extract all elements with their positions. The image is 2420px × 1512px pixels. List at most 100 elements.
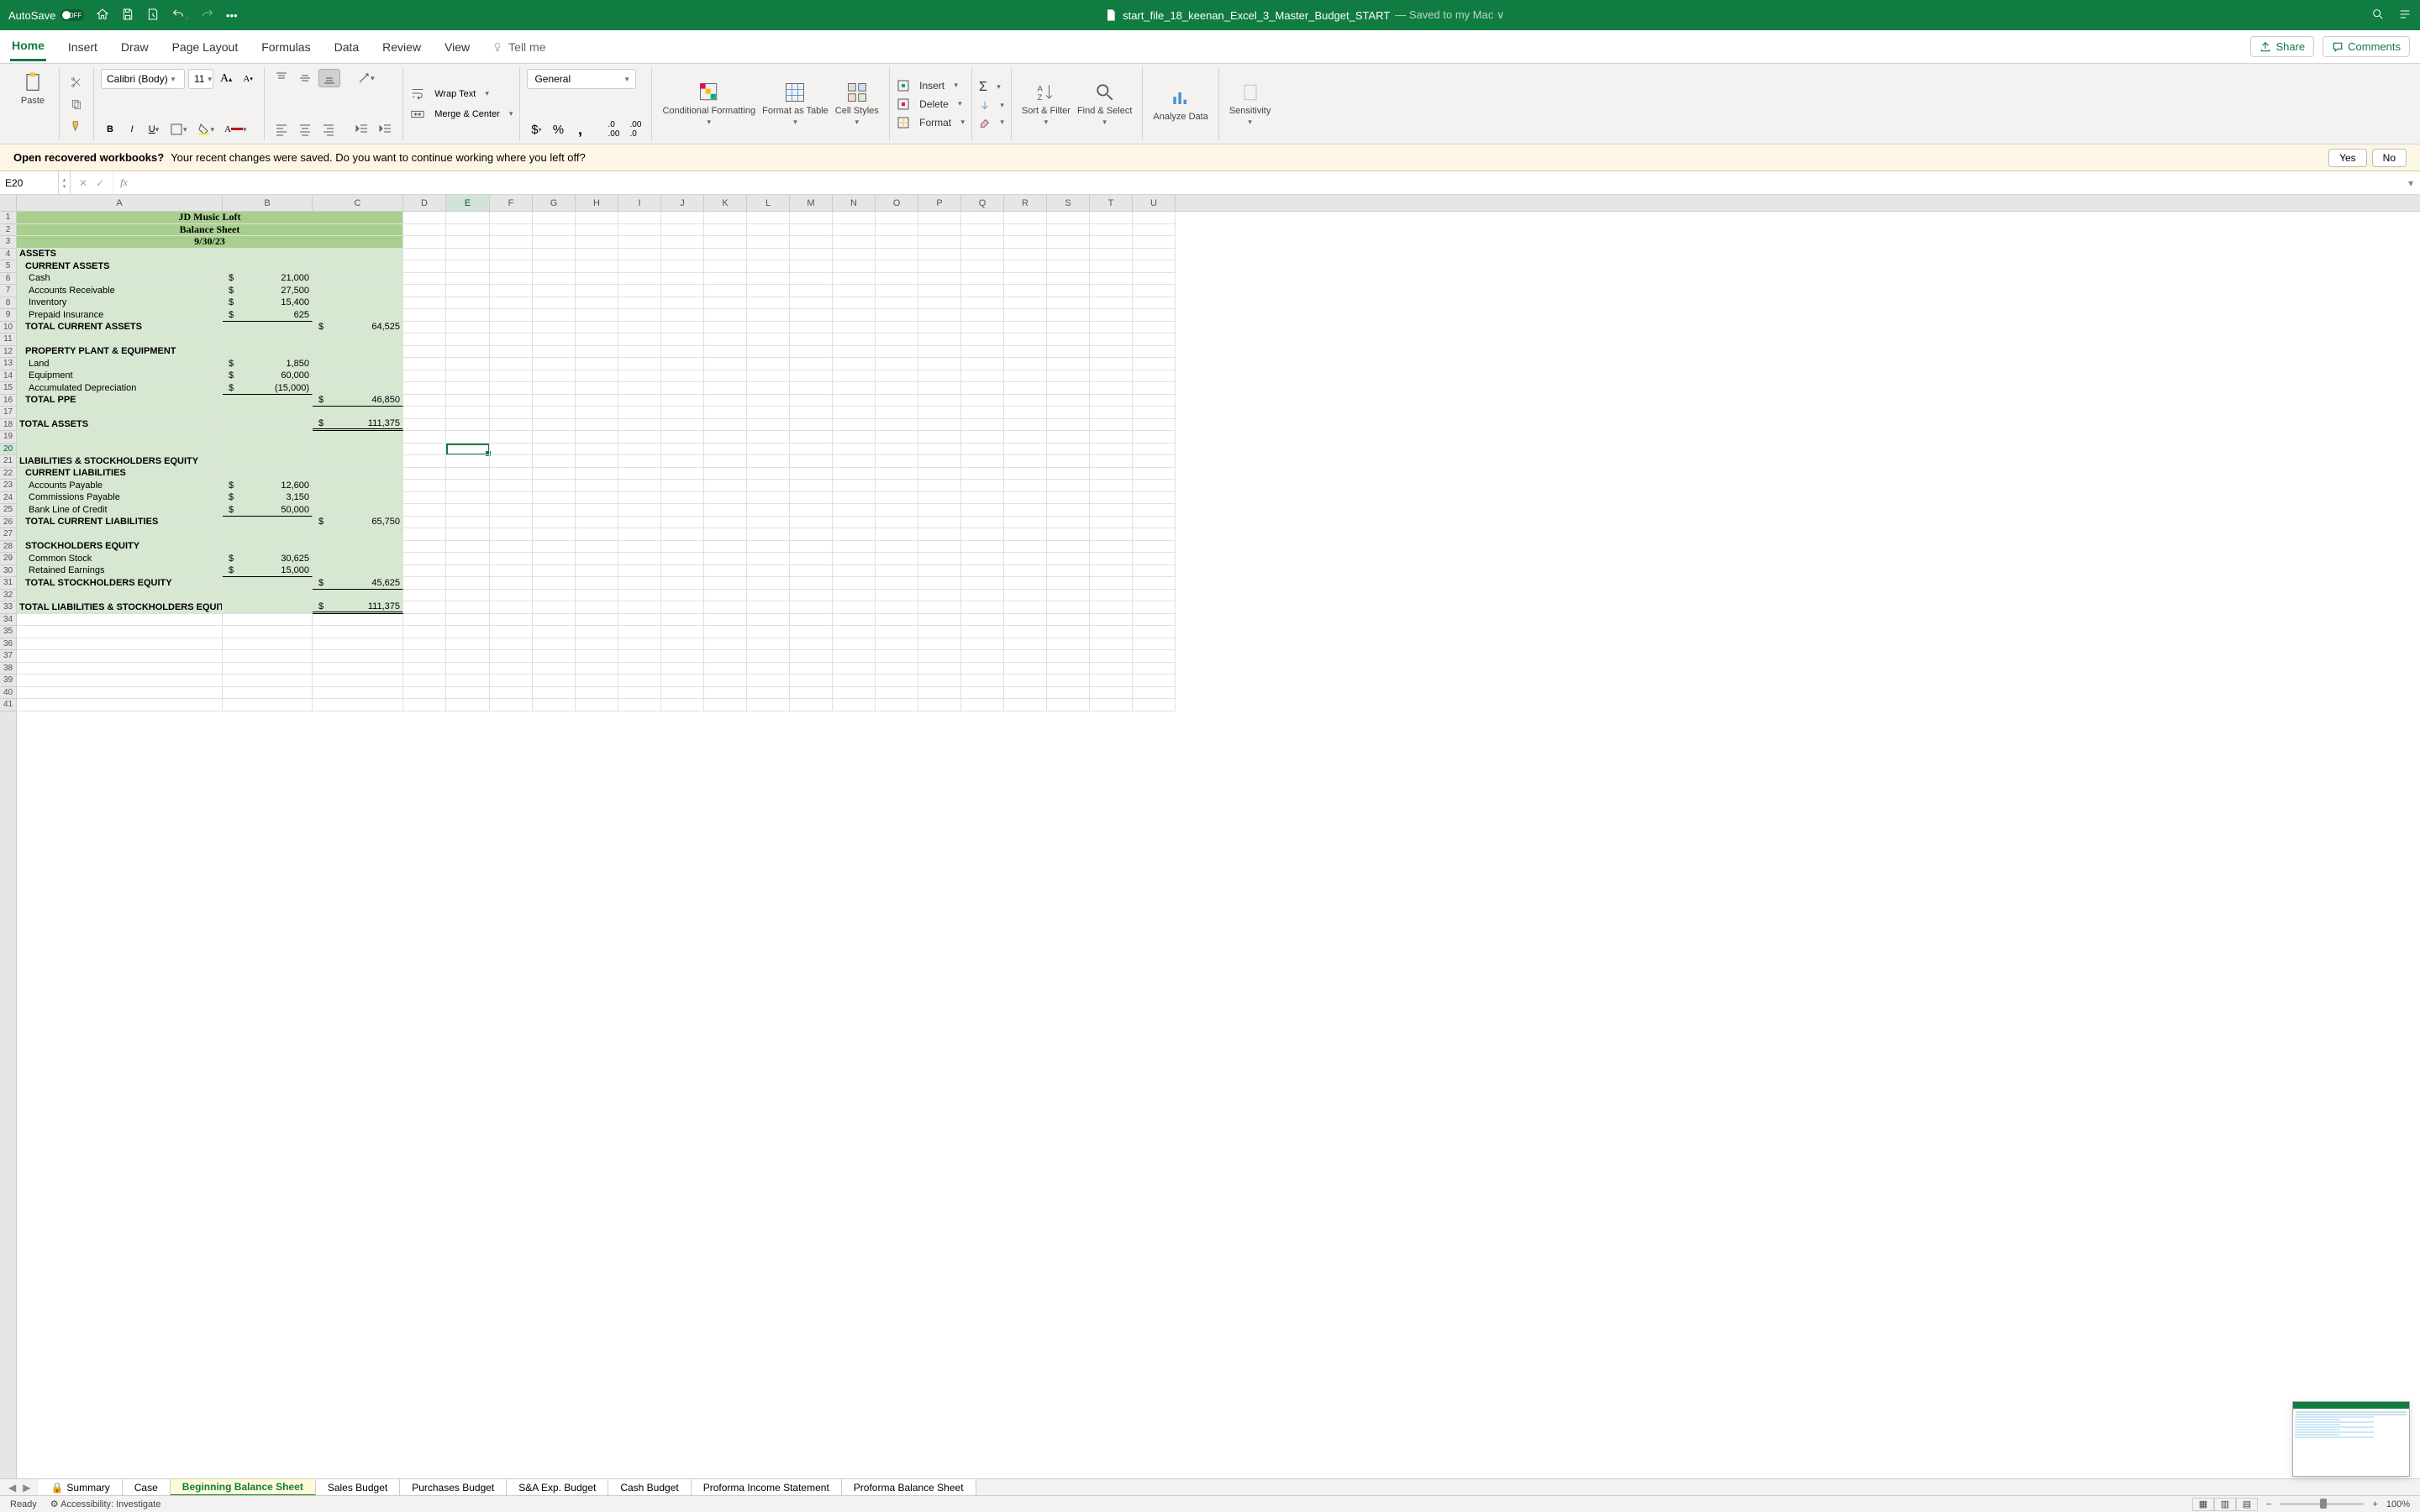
cell-15-S[interactable] [1047, 382, 1090, 395]
cell-21-K[interactable] [704, 455, 747, 468]
cell-9-N[interactable] [833, 309, 876, 322]
cell-17-S[interactable] [1047, 407, 1090, 419]
cell-39-U[interactable] [1133, 675, 1176, 687]
cell-9-O[interactable] [876, 309, 918, 322]
cell-10-H[interactable] [576, 322, 618, 334]
cell-26-K[interactable] [704, 517, 747, 529]
cell-30-G[interactable] [533, 565, 576, 578]
align-middle-icon[interactable] [295, 69, 315, 87]
cell-23-K[interactable] [704, 480, 747, 492]
cell-36-A[interactable] [17, 638, 223, 651]
cell-20-F[interactable] [490, 444, 533, 456]
cell-8-D[interactable] [403, 297, 446, 310]
cell-36-T[interactable] [1090, 638, 1133, 651]
undo-icon[interactable]: ▾ [171, 8, 189, 24]
cell-11-H[interactable] [576, 333, 618, 346]
cell-11-Q[interactable] [961, 333, 1004, 346]
cell-30-F[interactable] [490, 565, 533, 578]
cell-38-S[interactable] [1047, 663, 1090, 675]
cell-21-H[interactable] [576, 455, 618, 468]
cell-35-F[interactable] [490, 626, 533, 638]
cell-32-B[interactable] [223, 590, 313, 602]
cell-6-T[interactable] [1090, 273, 1133, 286]
cell-16-M[interactable] [790, 395, 833, 407]
cell-18-S[interactable] [1047, 419, 1090, 432]
cell-26-B[interactable] [223, 517, 313, 529]
cell-16-O[interactable] [876, 395, 918, 407]
cell-34-G[interactable] [533, 614, 576, 627]
cell-20-R[interactable] [1004, 444, 1047, 456]
cell-23-B[interactable]: $12,600 [223, 480, 313, 492]
cell-12-H[interactable] [576, 346, 618, 359]
cell-17-B[interactable] [223, 407, 313, 419]
col-header-E[interactable]: E [446, 195, 490, 211]
cell-15-U[interactable] [1133, 382, 1176, 395]
cell-22-D[interactable] [403, 468, 446, 480]
cell-5-I[interactable] [618, 260, 661, 273]
cell-7-F[interactable] [490, 285, 533, 297]
cell-5-E[interactable] [446, 260, 490, 273]
cell-35-R[interactable] [1004, 626, 1047, 638]
search-icon[interactable] [2371, 8, 2385, 24]
cell-29-E[interactable] [446, 553, 490, 565]
cell-41-E[interactable] [446, 699, 490, 711]
row-header-19[interactable]: 19 [0, 431, 16, 444]
cell-16-U[interactable] [1133, 395, 1176, 407]
row-header-8[interactable]: 8 [0, 297, 16, 310]
cell-4-C[interactable] [313, 249, 403, 261]
cell-33-C[interactable]: $111,375 [313, 601, 403, 614]
cell-4-G[interactable] [533, 249, 576, 261]
border-button[interactable]: ▾ [166, 120, 191, 139]
tell-me[interactable]: Tell me [492, 40, 545, 54]
cell-13-P[interactable] [918, 358, 961, 370]
cell-34-F[interactable] [490, 614, 533, 627]
cell-38-J[interactable] [661, 663, 704, 675]
cell-16-D[interactable] [403, 395, 446, 407]
cell-39-A[interactable] [17, 675, 223, 687]
cell-15-C[interactable] [313, 382, 403, 395]
cell-2-ABC[interactable]: Balance Sheet [17, 224, 403, 237]
cell-23-D[interactable] [403, 480, 446, 492]
cell-19-N[interactable] [833, 431, 876, 444]
row-header-10[interactable]: 10 [0, 322, 16, 334]
cell-6-Q[interactable] [961, 273, 1004, 286]
cell-25-C[interactable] [313, 504, 403, 517]
sheet-tab-case[interactable]: Case [123, 1479, 171, 1496]
cell-10-N[interactable] [833, 322, 876, 334]
cell-25-D[interactable] [403, 504, 446, 517]
cell-23-S[interactable] [1047, 480, 1090, 492]
cell-27-O[interactable] [876, 528, 918, 541]
cell-7-M[interactable] [790, 285, 833, 297]
cell-5-A[interactable]: CURRENT ASSETS [17, 260, 223, 273]
cell-3-S[interactable] [1047, 236, 1090, 249]
sheet-tab-purchases-budget[interactable]: Purchases Budget [400, 1479, 507, 1496]
cell-40-U[interactable] [1133, 687, 1176, 700]
cell-3-G[interactable] [533, 236, 576, 249]
cell-36-O[interactable] [876, 638, 918, 651]
cell-32-G[interactable] [533, 590, 576, 602]
cell-17-R[interactable] [1004, 407, 1047, 419]
cell-28-R[interactable] [1004, 541, 1047, 554]
cell-33-U[interactable] [1133, 601, 1176, 614]
cell-22-I[interactable] [618, 468, 661, 480]
italic-button[interactable]: I [123, 120, 141, 139]
cell-17-G[interactable] [533, 407, 576, 419]
zoom-out-icon[interactable]: − [2266, 1499, 2271, 1509]
cell-20-O[interactable] [876, 444, 918, 456]
cell-12-P[interactable] [918, 346, 961, 359]
cell-10-G[interactable] [533, 322, 576, 334]
cell-37-C[interactable] [313, 650, 403, 663]
cell-36-J[interactable] [661, 638, 704, 651]
cell-5-H[interactable] [576, 260, 618, 273]
cell-4-N[interactable] [833, 249, 876, 261]
cell-3-R[interactable] [1004, 236, 1047, 249]
copy-icon[interactable] [66, 95, 87, 113]
cell-5-P[interactable] [918, 260, 961, 273]
cell-39-B[interactable] [223, 675, 313, 687]
cell-36-U[interactable] [1133, 638, 1176, 651]
cell-20-T[interactable] [1090, 444, 1133, 456]
cell-37-J[interactable] [661, 650, 704, 663]
cell-4-T[interactable] [1090, 249, 1133, 261]
cell-14-A[interactable]: Equipment [17, 370, 223, 383]
cell-8-O[interactable] [876, 297, 918, 310]
